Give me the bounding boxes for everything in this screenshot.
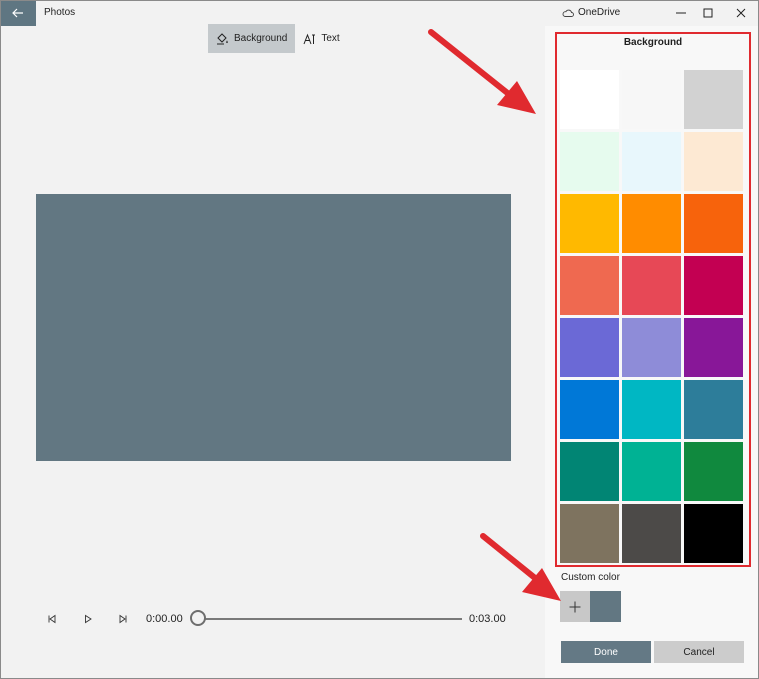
text-tool-label: Text <box>321 33 340 44</box>
playback-controls: 0:00.00 0:03.00 <box>40 606 510 632</box>
app-title: Photos <box>44 7 76 18</box>
seek-track[interactable] <box>198 618 462 620</box>
play-button[interactable] <box>78 609 98 629</box>
annotation-highlight-box <box>555 32 751 567</box>
paint-bucket-icon <box>217 33 228 45</box>
custom-color-label: Custom color <box>561 572 620 583</box>
step-back-icon <box>48 614 56 624</box>
seek-thumb[interactable] <box>190 610 206 626</box>
close-button[interactable] <box>725 0 757 26</box>
text-tool-button[interactable]: Text <box>295 24 347 53</box>
maximize-button[interactable] <box>692 0 724 26</box>
done-button[interactable]: Done <box>561 641 651 663</box>
plus-icon <box>569 601 581 612</box>
current-time: 0:00.00 <box>146 613 183 625</box>
next-frame-button[interactable] <box>113 609 133 629</box>
back-arrow-icon <box>12 8 23 18</box>
video-preview <box>36 194 511 461</box>
previous-frame-button[interactable] <box>42 609 62 629</box>
arrow-to-swatches <box>428 29 536 114</box>
editor-toolbar: Background Text <box>208 24 348 53</box>
end-time: 0:03.00 <box>469 613 506 625</box>
step-forward-icon <box>119 614 127 624</box>
maximize-icon <box>703 8 713 18</box>
play-icon <box>85 614 92 624</box>
cloud-icon <box>562 9 574 17</box>
onedrive-status[interactable]: OneDrive <box>562 7 620 18</box>
background-tool-label: Background <box>234 33 288 44</box>
minimize-icon <box>676 12 686 14</box>
add-custom-color-button[interactable] <box>560 591 590 622</box>
cancel-button[interactable]: Cancel <box>654 641 744 663</box>
back-button[interactable] <box>0 0 36 26</box>
custom-color-swatch[interactable] <box>590 591 621 622</box>
onedrive-label: OneDrive <box>578 7 621 18</box>
background-tool-button[interactable]: Background <box>208 24 296 53</box>
title-bar: Photos OneDrive <box>0 0 759 26</box>
close-icon <box>736 8 746 18</box>
text-icon <box>303 33 316 44</box>
